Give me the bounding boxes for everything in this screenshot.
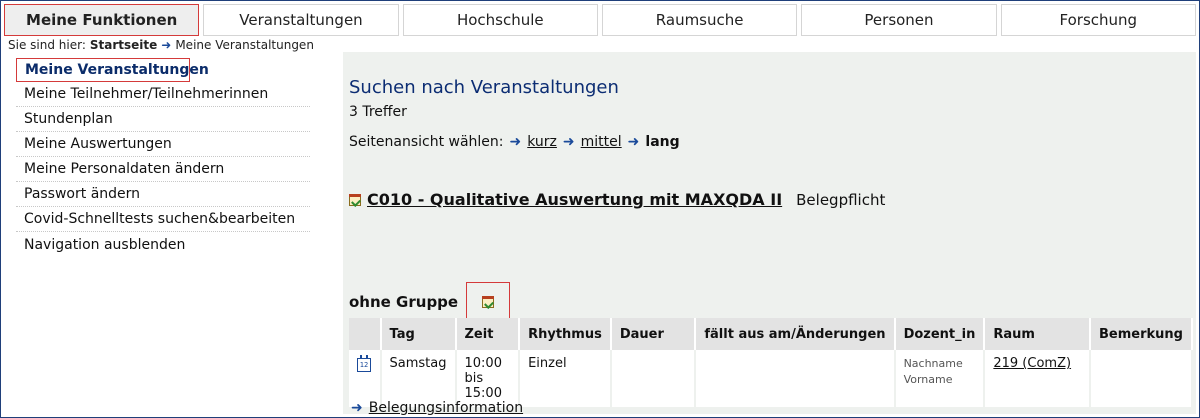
sidebar: Meine Veranstaltungen Meine Teilnehmer/T…	[16, 58, 310, 257]
cell-aenderungen	[695, 350, 896, 407]
view-selector-label: Seitenansicht wählen:	[349, 134, 504, 150]
header-icon-col	[349, 318, 382, 350]
header-zeit: Zeit	[455, 318, 521, 350]
cell-rhythmus: Einzel	[519, 350, 612, 407]
header-dauer: Dauer	[610, 318, 697, 350]
view-short-link[interactable]: kurz	[527, 134, 557, 150]
calendar-check-icon	[482, 296, 495, 308]
course-header: C010 - Qualitative Auswertung mit MAXQDA…	[349, 190, 885, 209]
sidebar-item-meine-veranstaltungen[interactable]: Meine Veranstaltungen	[16, 58, 209, 82]
room-link[interactable]: 219 (ComZ)	[993, 356, 1071, 371]
header-dozent: Dozent_in	[894, 318, 986, 350]
cell-zeit-start: 10:00 bis	[464, 356, 502, 386]
header-raum: Raum	[984, 318, 1091, 350]
sidebar-item-passwort[interactable]: Passwort ändern	[16, 182, 310, 207]
cell-zeit: 10:00 bis 15:00	[455, 350, 521, 407]
add-to-schedule-button[interactable]	[466, 282, 511, 322]
arrow-right-icon: ➜	[562, 134, 575, 150]
main-content: Suchen nach Veranstaltungen 3 Treffer Se…	[343, 52, 1196, 416]
tab-meine-funktionen[interactable]: Meine Funktionen	[4, 4, 200, 36]
sidebar-item-teilnehmer[interactable]: Meine Teilnehmer/Teilnehmerinnen	[16, 82, 310, 107]
page-title: Suchen nach Veranstaltungen	[349, 77, 619, 98]
cell-raum: 219 (ComZ)	[984, 350, 1091, 407]
tab-veranstaltungen[interactable]: Veranstaltungen	[203, 4, 399, 36]
cell-dozent: Nachname Vorname	[894, 350, 986, 407]
tab-raumsuche[interactable]: Raumsuche	[601, 4, 798, 36]
table-header-row: Tag Zeit Rhythmus Dauer fällt aus am/Änd…	[349, 318, 1194, 350]
arrow-right-icon: ➜	[627, 134, 640, 150]
schedule-table: Tag Zeit Rhythmus Dauer fällt aus am/Änd…	[349, 318, 1194, 407]
breadcrumb: Sie sind hier: Startseite ➜ Meine Verans…	[8, 38, 314, 52]
belegungsinformation: ➜ Belegungsinformation	[351, 400, 523, 416]
view-selector: Seitenansicht wählen: ➜ kurz ➜ mittel ➜ …	[349, 134, 680, 150]
course-note: Belegpflicht	[796, 190, 886, 209]
table-row: 12 Samstag 10:00 bis 15:00 Einzel Nachna…	[349, 350, 1194, 407]
sidebar-item-stundenplan[interactable]: Stundenplan	[16, 107, 310, 132]
arrow-right-icon: ➜	[351, 400, 363, 416]
calendar-check-icon[interactable]	[349, 193, 361, 206]
cell-tag: Samstag	[380, 350, 457, 407]
top-navigation: Meine Funktionen Veranstaltungen Hochsch…	[4, 4, 1196, 36]
cell-dauer	[610, 350, 697, 407]
sidebar-item-personaldaten[interactable]: Meine Personaldaten ändern	[16, 157, 310, 182]
group-label: ohne Gruppe	[349, 293, 459, 311]
header-bemerkung: Bemerkung	[1089, 318, 1194, 350]
tab-forschung[interactable]: Forschung	[1000, 4, 1196, 36]
cell-bemerkung	[1089, 350, 1194, 407]
sidebar-item-navigation-ausblenden[interactable]: Navigation ausblenden	[16, 232, 310, 257]
dozent-lastname: Nachname	[903, 357, 963, 370]
date-cell: 12	[349, 350, 382, 407]
header-tag: Tag	[380, 318, 457, 350]
sidebar-item-auswertungen[interactable]: Meine Auswertungen	[16, 132, 310, 157]
view-long-current: lang	[645, 134, 680, 150]
cell-zeit-end: 15:00	[464, 386, 502, 401]
tab-personen[interactable]: Personen	[801, 4, 997, 36]
group-header: ohne Gruppe	[349, 282, 511, 322]
calendar-date-icon[interactable]: 12	[357, 355, 371, 372]
header-rhythmus: Rhythmus	[519, 318, 612, 350]
arrow-right-icon: ➜	[509, 134, 522, 150]
arrow-right-icon: ➜	[161, 38, 172, 52]
breadcrumb-prefix: Sie sind hier:	[8, 38, 86, 52]
tab-hochschule[interactable]: Hochschule	[402, 4, 598, 36]
breadcrumb-current: Meine Veranstaltungen	[175, 38, 314, 52]
header-aenderungen: fällt aus am/Änderungen	[695, 318, 896, 350]
hit-count: 3 Treffer	[349, 104, 407, 120]
dozent-firstname: Vorname	[903, 373, 953, 386]
course-title-link[interactable]: C010 - Qualitative Auswertung mit MAXQDA…	[367, 190, 782, 209]
sidebar-item-covid-tests[interactable]: Covid-Schnelltests suchen&bearbeiten	[16, 207, 310, 232]
view-medium-link[interactable]: mittel	[581, 134, 622, 150]
breadcrumb-home-link[interactable]: Startseite	[90, 38, 157, 52]
belegungsinformation-link[interactable]: Belegungsinformation	[369, 400, 523, 416]
